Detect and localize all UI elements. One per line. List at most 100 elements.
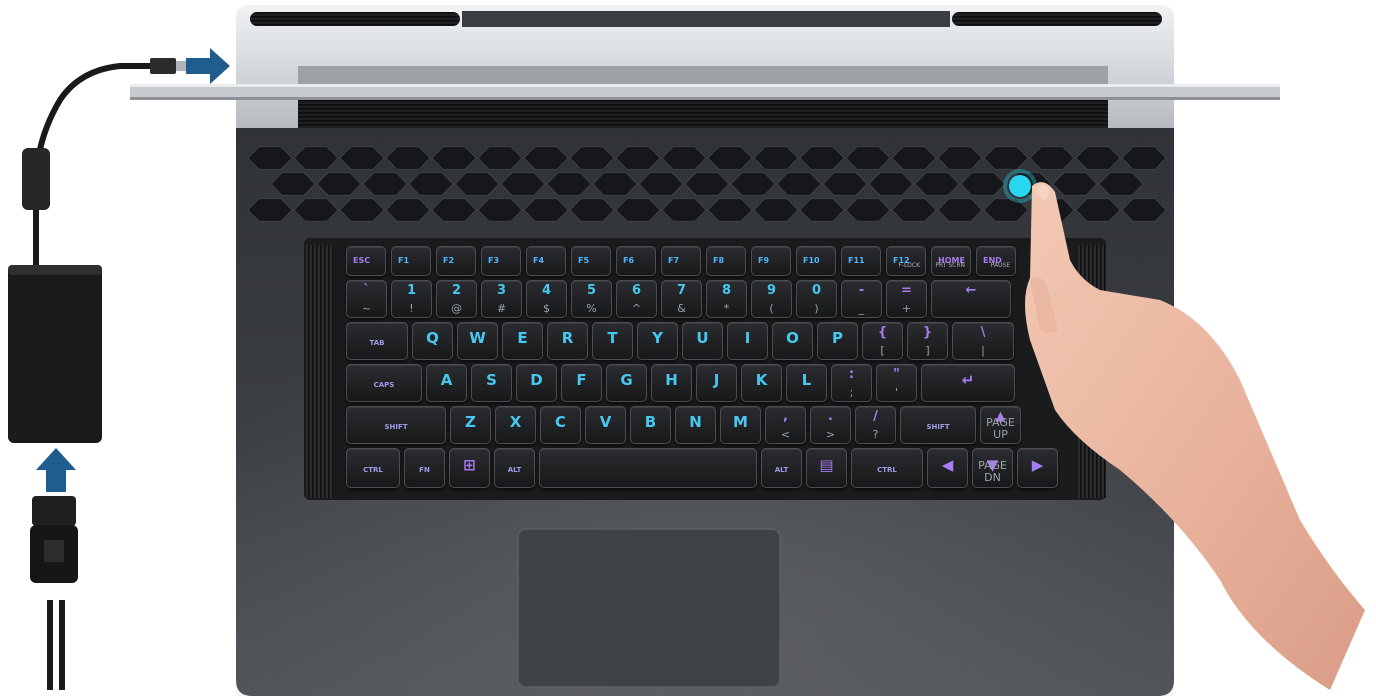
key-space[interactable]: = + bbox=[886, 280, 927, 318]
key-space[interactable]: , < bbox=[765, 406, 806, 444]
key-label: SHIFT bbox=[384, 423, 408, 431]
key-esc[interactable]: ESC bbox=[346, 246, 386, 276]
key-f12[interactable]: F12 F-LOCK bbox=[886, 246, 926, 276]
key-f1[interactable]: F1 bbox=[391, 246, 431, 276]
key-f3[interactable]: F3 bbox=[481, 246, 521, 276]
key-shift[interactable]: SHIFT bbox=[900, 406, 976, 444]
key-7[interactable]: 7 & bbox=[661, 280, 702, 318]
key-f[interactable]: F bbox=[561, 364, 602, 402]
key-l[interactable]: L bbox=[786, 364, 827, 402]
key-caps[interactable]: CAPS bbox=[346, 364, 422, 402]
key-alt[interactable]: ALT bbox=[494, 448, 535, 488]
key-space[interactable]: \ | bbox=[952, 322, 1014, 360]
key-label: CTRL bbox=[877, 466, 897, 474]
key-i[interactable]: I bbox=[727, 322, 768, 360]
key-4[interactable]: 4 $ bbox=[526, 280, 567, 318]
power-button[interactable] bbox=[1009, 175, 1031, 197]
key-f2[interactable]: F2 bbox=[436, 246, 476, 276]
key-w[interactable]: W bbox=[457, 322, 498, 360]
key-fn[interactable]: FN bbox=[404, 448, 445, 488]
key-label: FN bbox=[419, 466, 430, 474]
key-space[interactable]: - _ bbox=[841, 280, 882, 318]
touchpad[interactable] bbox=[517, 528, 781, 688]
key-label: F7 bbox=[668, 256, 680, 265]
key-label: - bbox=[858, 283, 865, 298]
key-f10[interactable]: F10 bbox=[796, 246, 836, 276]
key-6[interactable]: 6 ^ bbox=[616, 280, 657, 318]
key-label: J bbox=[713, 371, 720, 389]
key-8[interactable]: 8 * bbox=[706, 280, 747, 318]
key-s[interactable]: S bbox=[471, 364, 512, 402]
key-tab[interactable]: TAB bbox=[346, 322, 408, 360]
key-label: ALT bbox=[507, 466, 522, 474]
key-space[interactable]: ▼ PAGE DN bbox=[972, 448, 1013, 488]
key-e[interactable]: E bbox=[502, 322, 543, 360]
key-label: O bbox=[786, 329, 799, 347]
key-label: ▶ bbox=[1031, 456, 1044, 474]
laptop-setup-illustration: ESC F1 F2 F3 F4 F5 F6 F7 F8 F9 F10 F11 F12 F-LOCK HOME… bbox=[0, 0, 1376, 699]
key-space[interactable]: " ' bbox=[876, 364, 917, 402]
key-space[interactable]: ▲ PAGE UP bbox=[980, 406, 1021, 444]
key-sub-label: | bbox=[981, 344, 985, 357]
key-ctrl[interactable]: CTRL bbox=[346, 448, 400, 488]
key-space[interactable]: /? bbox=[855, 406, 896, 444]
key-n[interactable]: N bbox=[675, 406, 716, 444]
key-9[interactable]: 9( bbox=[751, 280, 792, 318]
key-t[interactable]: T bbox=[592, 322, 633, 360]
key-f7[interactable]: F7 bbox=[661, 246, 701, 276]
key-f8[interactable]: F8 bbox=[706, 246, 746, 276]
key-label: 0 bbox=[811, 283, 822, 298]
key-space[interactable]: {[ bbox=[862, 322, 903, 360]
key-shift[interactable]: SHIFT bbox=[346, 406, 446, 444]
key-space[interactable] bbox=[539, 448, 757, 488]
key-space[interactable]: ◀ bbox=[927, 448, 968, 488]
key-5[interactable]: 5% bbox=[571, 280, 612, 318]
key-g[interactable]: G bbox=[606, 364, 647, 402]
key-space[interactable]: ↵ bbox=[921, 364, 1015, 402]
key-space[interactable]: ▤ bbox=[806, 448, 847, 488]
key-ctrl[interactable]: CTRL bbox=[851, 448, 923, 488]
key-f6[interactable]: F6 bbox=[616, 246, 656, 276]
key-p[interactable]: P bbox=[817, 322, 858, 360]
key-1[interactable]: 1! bbox=[391, 280, 432, 318]
key-u[interactable]: U bbox=[682, 322, 723, 360]
key-f4[interactable]: F4 bbox=[526, 246, 566, 276]
key-sub-label: @ bbox=[451, 302, 462, 315]
key-f11[interactable]: F11 bbox=[841, 246, 881, 276]
key-home[interactable]: HOME PRT SCRN bbox=[931, 246, 971, 276]
key-space[interactable]: ⊞ bbox=[449, 448, 490, 488]
key-b[interactable]: B bbox=[630, 406, 671, 444]
key-x[interactable]: X bbox=[495, 406, 536, 444]
key-h[interactable]: H bbox=[651, 364, 692, 402]
key-k[interactable]: K bbox=[741, 364, 782, 402]
key-0[interactable]: 0) bbox=[796, 280, 837, 318]
key-y[interactable]: Y bbox=[637, 322, 678, 360]
key-v[interactable]: V bbox=[585, 406, 626, 444]
key-a[interactable]: A bbox=[426, 364, 467, 402]
key-space[interactable]: }] bbox=[907, 322, 948, 360]
key-alt[interactable]: ALT bbox=[761, 448, 802, 488]
key-space[interactable]: . > bbox=[810, 406, 851, 444]
key-space[interactable]: :; bbox=[831, 364, 872, 402]
key-3[interactable]: 3 # bbox=[481, 280, 522, 318]
key-o[interactable]: O bbox=[772, 322, 813, 360]
key-f5[interactable]: F5 bbox=[571, 246, 611, 276]
key-2[interactable]: 2 @ bbox=[436, 280, 477, 318]
key-j[interactable]: J bbox=[696, 364, 737, 402]
key-f9[interactable]: F9 bbox=[751, 246, 791, 276]
key-label: F5 bbox=[578, 256, 590, 265]
key-label: ◀ bbox=[941, 456, 954, 474]
key-label: F6 bbox=[623, 256, 635, 265]
key-space[interactable]: ` ~ bbox=[346, 280, 387, 318]
key-space[interactable]: ← bbox=[931, 280, 1011, 318]
key-m[interactable]: M bbox=[720, 406, 761, 444]
key-r[interactable]: R bbox=[547, 322, 588, 360]
key-q[interactable]: Q bbox=[412, 322, 453, 360]
key-label: 8 bbox=[721, 283, 732, 298]
key-c[interactable]: C bbox=[540, 406, 581, 444]
key-sub-label: ^ bbox=[631, 302, 642, 315]
key-d[interactable]: D bbox=[516, 364, 557, 402]
key-z[interactable]: Z bbox=[450, 406, 491, 444]
key-space[interactable]: ▶ bbox=[1017, 448, 1058, 488]
key-end[interactable]: END PAUSE bbox=[976, 246, 1016, 276]
